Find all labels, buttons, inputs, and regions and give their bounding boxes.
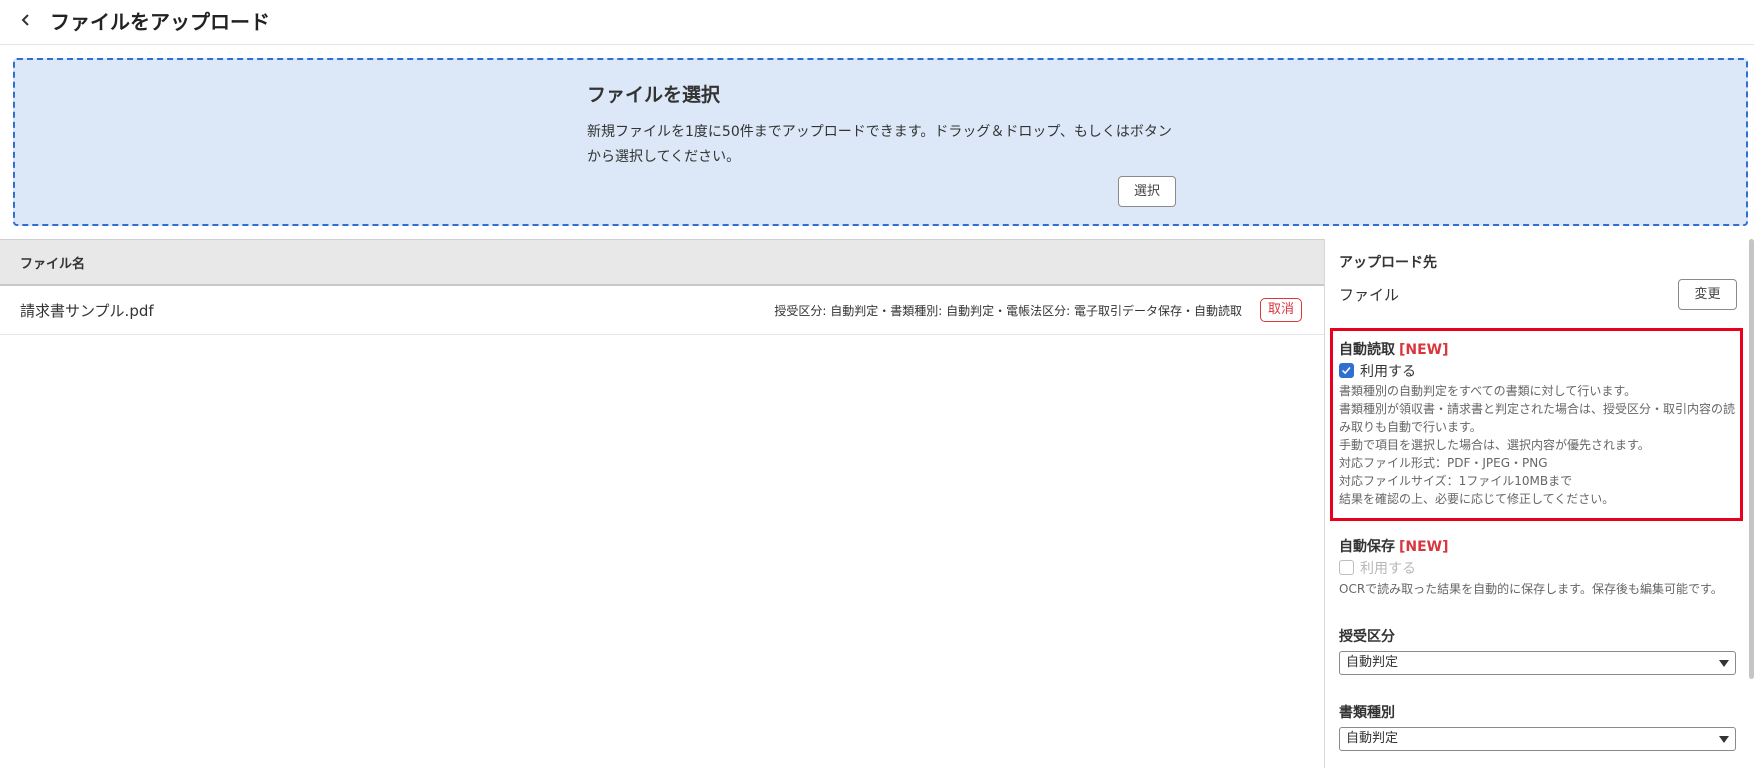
dropzone-description-line-1: 新規ファイルを1度に50件までアップロードできます。ドラッグ＆ドロップ、もしくは… — [587, 124, 1172, 140]
file-table: ファイル名 請求書サンプル.pdf 授受区分: 自動判定・書類種別: 自動判定・… — [0, 239, 1324, 768]
auto-read-help-line-5: 対応ファイル形式：PDF・JPEG・PNG — [1339, 456, 1548, 470]
row-filename: 請求書サンプル.pdf — [20, 302, 154, 320]
auto-read-help-line-1: 書類種別の自動判定をすべての書類に対して行います。 — [1339, 384, 1637, 398]
transfer-type-selected: 自動判定 — [1346, 655, 1399, 670]
cancel-button[interactable]: 取消 — [1259, 298, 1302, 322]
document-type-label: 書類種別 — [1339, 705, 1395, 721]
chevron-down-icon — [1719, 660, 1729, 667]
destination-value: ファイル — [1339, 286, 1400, 304]
auto-read-help-line-2: 書類種別が領収書・請求書と判定された場合は、授受区分・取引内容の読 — [1339, 402, 1736, 416]
row-meta: 授受区分: 自動判定・書類種別: 自動判定・電帳法区分: 電子取引データ保存・自… — [774, 304, 1242, 318]
file-dropzone[interactable]: ファイルを選択 新規ファイルを1度に50件までアップロードできます。ドラッグ＆ド… — [13, 58, 1748, 226]
auto-read-help-line-6: 対応ファイルサイズ：1ファイル10MBまで — [1339, 474, 1573, 488]
auto-read-checkbox[interactable] — [1339, 363, 1354, 378]
auto-read-title-text: 自動読取 — [1339, 342, 1395, 358]
dropzone-description: 新規ファイルを1度に50件までアップロードできます。ドラッグ＆ドロップ、もしくは… — [587, 120, 1187, 170]
document-type-selected: 自動判定 — [1346, 731, 1399, 746]
auto-read-help: 書類種別の自動判定をすべての書類に対して行います。 書類種別が領収書・請求書と判… — [1339, 382, 1739, 508]
document-type-select[interactable]: 自動判定 — [1339, 727, 1736, 751]
table-row: 請求書サンプル.pdf 授受区分: 自動判定・書類種別: 自動判定・電帳法区分:… — [0, 286, 1324, 335]
auto-save-checkbox-label[interactable]: 利用する — [1360, 558, 1416, 578]
chevron-down-icon — [1719, 736, 1729, 743]
column-header-filename: ファイル名 — [20, 257, 86, 272]
auto-save-title: 自動保存 [NEW] — [1339, 536, 1449, 556]
checkmark-icon — [1342, 366, 1351, 375]
auto-read-title: 自動読取 [NEW] — [1339, 339, 1449, 359]
auto-read-help-line-7: 結果を確認の上、必要に応じて修正してください。 — [1339, 492, 1615, 506]
auto-save-help: OCRで読み取った結果を自動的に保存します。保存後も編集可能です。 — [1339, 582, 1723, 596]
upload-settings-panel: アップロード先 ファイル 変更 自動読取 [NEW] 利用する 書類種別の自動判定… — [1324, 239, 1754, 768]
select-file-button[interactable]: 選択 — [1118, 176, 1176, 207]
table-header: ファイル名 — [0, 239, 1324, 286]
page-title: ファイルをアップロード — [50, 10, 270, 34]
auto-read-help-line-4: 手動で項目を選択した場合は、選択内容が優先されます。 — [1339, 438, 1650, 452]
change-destination-button[interactable]: 変更 — [1678, 279, 1737, 310]
new-badge: [NEW] — [1399, 342, 1449, 358]
chevron-left-icon[interactable] — [18, 12, 34, 28]
scrollbar[interactable] — [1749, 239, 1754, 679]
transfer-type-label: 授受区分 — [1339, 629, 1395, 645]
page-header: ファイルをアップロード — [0, 0, 1754, 45]
auto-read-checkbox-label[interactable]: 利用する — [1360, 361, 1416, 381]
new-badge: [NEW] — [1399, 539, 1449, 555]
auto-save-title-text: 自動保存 — [1339, 539, 1395, 555]
transfer-type-select[interactable]: 自動判定 — [1339, 651, 1736, 675]
dropzone-description-line-2: から選択してください。 — [587, 149, 741, 165]
auto-save-checkbox[interactable] — [1339, 560, 1354, 575]
destination-title: アップロード先 — [1339, 255, 1437, 271]
dropzone-title: ファイルを選択 — [587, 84, 721, 106]
auto-read-help-line-3: み取りも自動で行います。 — [1339, 420, 1482, 434]
